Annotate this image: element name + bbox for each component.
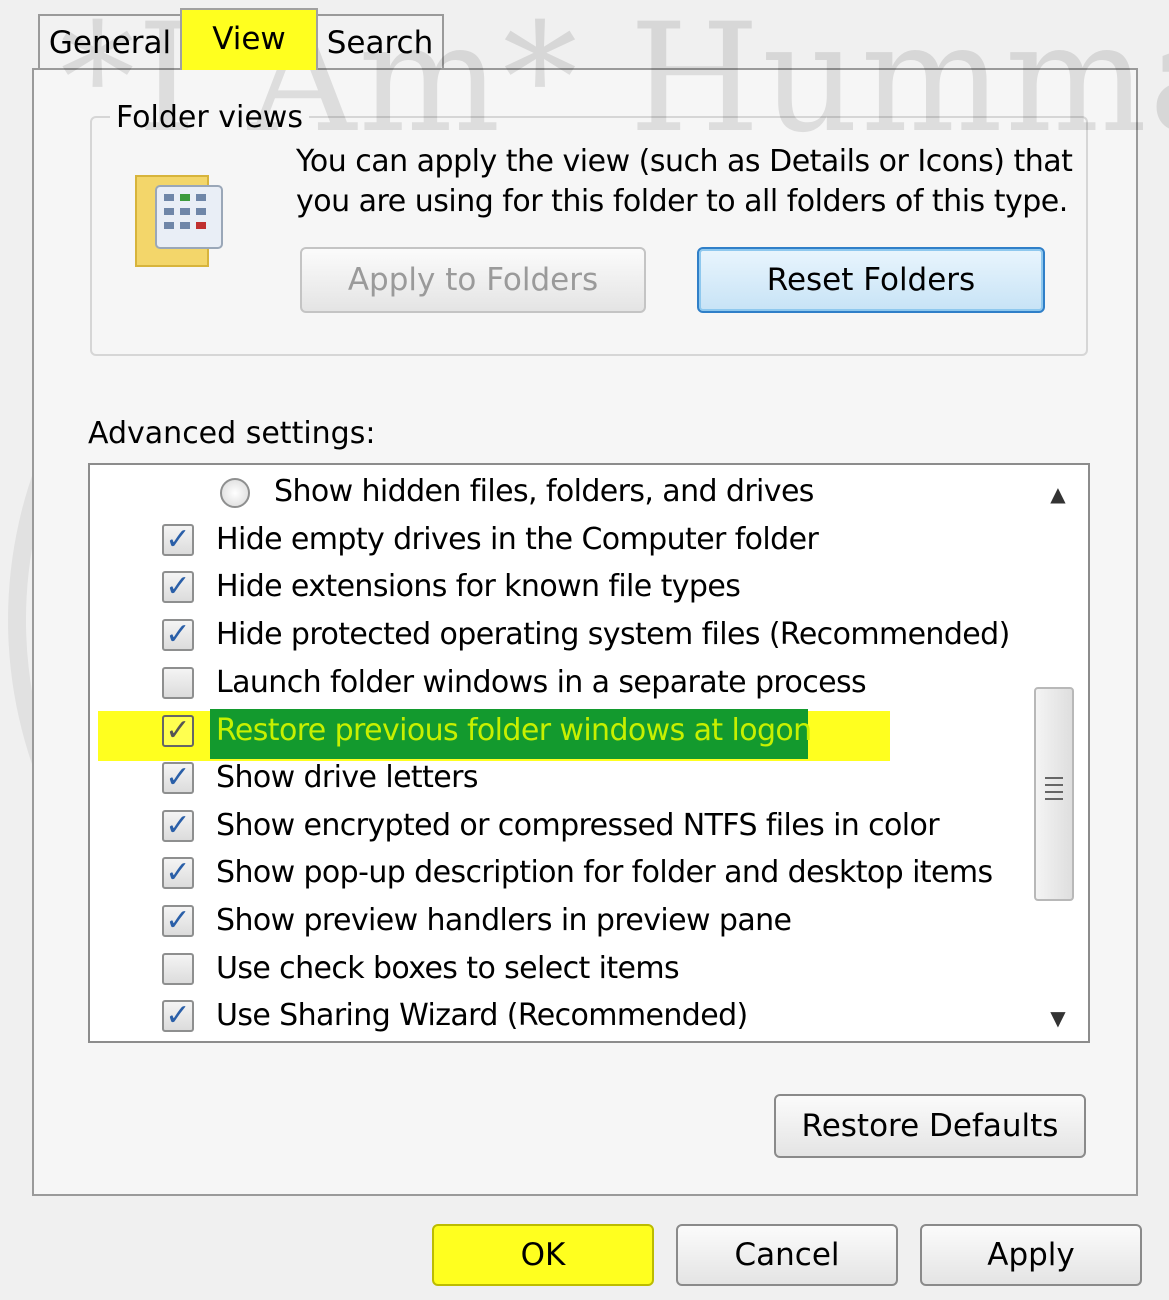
- folder-views-title: Folder views: [110, 98, 309, 138]
- tab-search[interactable]: Search: [316, 14, 444, 68]
- list-item-label: Hide protected operating system files (R…: [216, 617, 1010, 652]
- list-item-restore-previous-windows[interactable]: ✓ Restore previous folder windows at log…: [90, 708, 1030, 754]
- folder-views-description: You can apply the view (such as Details …: [296, 144, 1073, 219]
- cancel-button[interactable]: Cancel: [676, 1224, 898, 1286]
- checkbox-checked[interactable]: ✓: [162, 1000, 194, 1032]
- tab-view[interactable]: View: [180, 8, 318, 70]
- checkbox-unchecked[interactable]: [162, 953, 194, 985]
- grip-icon: [1045, 777, 1063, 801]
- reset-folders-button[interactable]: Reset Folders: [697, 247, 1045, 313]
- list-item-hide-protected-files[interactable]: ✓ Hide protected operating system files …: [90, 612, 1030, 658]
- ok-button[interactable]: OK: [432, 1224, 654, 1286]
- list-item-label: Hide extensions for known file types: [216, 569, 741, 604]
- list-item-show-encrypted-color[interactable]: ✓ Show encrypted or compressed NTFS file…: [90, 803, 1030, 849]
- list-item-launch-separate-process[interactable]: Launch folder windows in a separate proc…: [90, 660, 1030, 706]
- tab-general[interactable]: General: [38, 14, 182, 68]
- scroll-down-arrow-icon[interactable]: ▼: [1046, 1007, 1070, 1029]
- list-item-label: Show hidden files, folders, and drives: [274, 474, 814, 509]
- list-item-show-drive-letters[interactable]: ✓ Show drive letters: [90, 755, 1030, 801]
- list-item-label: Restore previous folder windows at logon: [216, 713, 812, 748]
- list-item-label: Show drive letters: [216, 760, 478, 795]
- list-item-label: Use Sharing Wizard (Recommended): [216, 998, 748, 1033]
- checkbox-checked[interactable]: ✓: [162, 524, 194, 556]
- scroll-up-arrow-icon[interactable]: ▲: [1046, 483, 1070, 505]
- checkbox-unchecked[interactable]: [162, 667, 194, 699]
- list-item-label: Show encrypted or compressed NTFS files …: [216, 808, 940, 843]
- list-item-show-hidden[interactable]: Show hidden files, folders, and drives: [90, 469, 1030, 515]
- list-item-use-check-boxes[interactable]: Use check boxes to select items: [90, 946, 1030, 992]
- checkbox-checked[interactable]: ✓: [162, 715, 194, 747]
- list-item-label: Show preview handlers in preview pane: [216, 903, 792, 938]
- list-item-label: Hide empty drives in the Computer folder: [216, 522, 819, 557]
- advanced-settings-label: Advanced settings:: [88, 416, 376, 451]
- apply-button[interactable]: Apply: [920, 1224, 1142, 1286]
- scrollbar-thumb[interactable]: [1034, 687, 1074, 901]
- checkbox-checked[interactable]: ✓: [162, 571, 194, 603]
- folder-icon: [135, 175, 223, 267]
- list-item-show-preview-handlers[interactable]: ✓ Show preview handlers in preview pane: [90, 898, 1030, 944]
- checkbox-checked[interactable]: ✓: [162, 857, 194, 889]
- list-item-label: Launch folder windows in a separate proc…: [216, 665, 867, 700]
- checkbox-checked[interactable]: ✓: [162, 905, 194, 937]
- list-item-hide-empty-drives[interactable]: ✓ Hide empty drives in the Computer fold…: [90, 517, 1030, 563]
- checkbox-checked[interactable]: ✓: [162, 762, 194, 794]
- apply-to-folders-button[interactable]: Apply to Folders: [300, 247, 646, 313]
- list-item-show-popup-description[interactable]: ✓ Show pop-up description for folder and…: [90, 850, 1030, 896]
- list-item-label: Show pop-up description for folder and d…: [216, 855, 993, 890]
- list-item-hide-extensions[interactable]: ✓ Hide extensions for known file types: [90, 564, 1030, 610]
- advanced-settings-list[interactable]: Show hidden files, folders, and drives ✓…: [88, 463, 1090, 1043]
- radio-button[interactable]: [220, 478, 250, 508]
- list-item-label: Use check boxes to select items: [216, 951, 680, 986]
- checkbox-checked[interactable]: ✓: [162, 810, 194, 842]
- checkbox-checked[interactable]: ✓: [162, 619, 194, 651]
- list-item-use-sharing-wizard[interactable]: ✓ Use Sharing Wizard (Recommended): [90, 993, 1030, 1039]
- restore-defaults-button[interactable]: Restore Defaults: [774, 1094, 1086, 1158]
